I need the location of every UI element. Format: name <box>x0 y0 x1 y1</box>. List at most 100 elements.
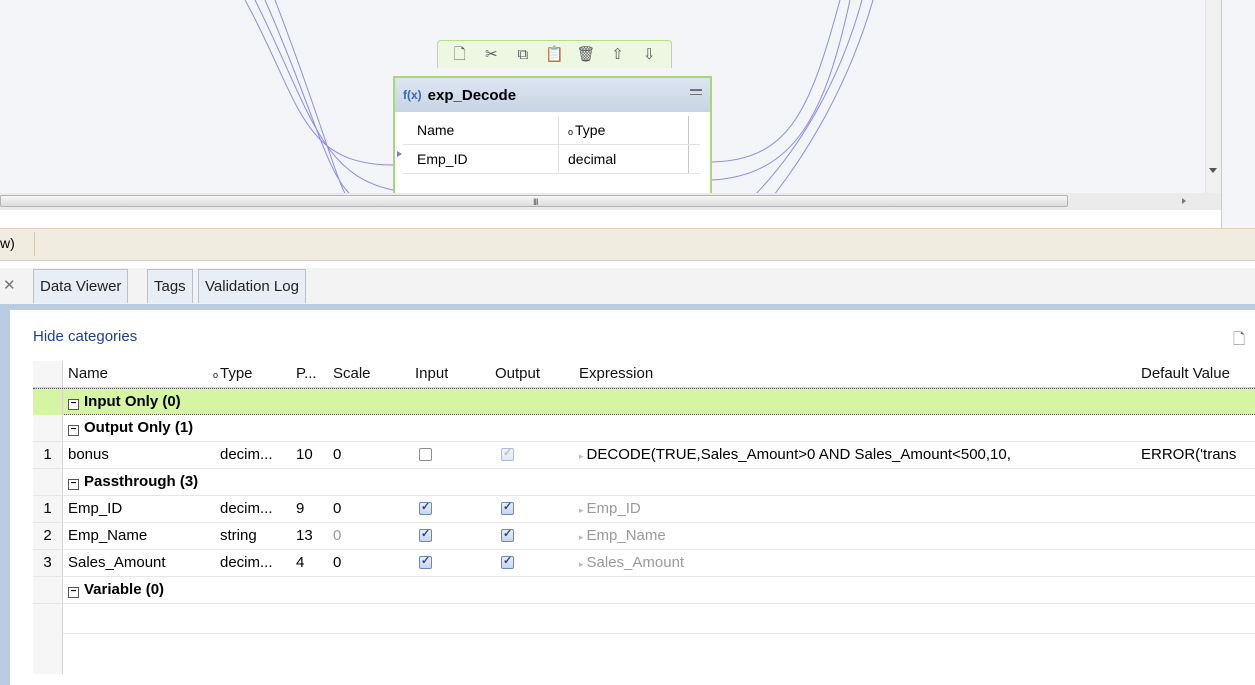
port-precision-cell[interactable]: 13 <box>296 523 313 549</box>
port-scale-cell[interactable]: 0 <box>333 496 341 522</box>
expression-cell[interactable]: ▸ DECODE(TRUE,Sales_Amount>0 AND Sales_Am… <box>579 442 1011 468</box>
category-row-output-only[interactable]: − Output Only (1) <box>33 415 1255 442</box>
port-name-cell[interactable]: Emp_ID <box>68 496 122 522</box>
category-row-variable[interactable]: − Variable (0) <box>33 577 1255 604</box>
hide-categories-link[interactable]: Hide categories <box>33 328 137 345</box>
input-checkbox[interactable] <box>419 554 432 569</box>
collapse-icon[interactable]: − <box>68 425 79 436</box>
scroll-down-icon[interactable] <box>1209 168 1217 173</box>
new-port-icon[interactable]: 🗋 <box>1233 329 1245 354</box>
expression-cell[interactable]: ▸ Emp_Name <box>579 523 666 549</box>
port-name-cell[interactable]: bonus <box>68 442 109 468</box>
category-label: Output Only (1) <box>84 419 194 436</box>
port-type-cell[interactable]: decim... <box>220 496 273 522</box>
output-checkbox[interactable] <box>501 500 514 515</box>
table-row[interactable]: 2 Emp_Name string 13 0 ▸Emp_Name <box>33 523 1255 550</box>
sort-indicator-icon: o <box>213 370 219 380</box>
canvas-vertical-scrollbar[interactable] <box>1205 0 1222 193</box>
input-port-icon[interactable] <box>397 151 402 157</box>
move-down-icon[interactable]: ⇩ <box>641 46 657 63</box>
port-name-cell[interactable]: Emp_Name <box>68 523 147 549</box>
row-number: 3 <box>33 550 63 576</box>
port-type-cell[interactable]: string <box>220 523 257 549</box>
output-checkbox[interactable] <box>501 527 514 542</box>
port-precision-cell[interactable]: 10 <box>296 442 313 468</box>
column-header-precision[interactable]: P... <box>296 361 317 387</box>
column-header-name[interactable]: Name <box>68 361 108 387</box>
scrollbar-grip: III <box>533 197 538 207</box>
new-port-icon[interactable]: 🗋 <box>452 46 468 63</box>
bottom-tab-bar: ✕ Data Viewer Tags Validation Log <box>0 268 1255 304</box>
category-row-input-only[interactable]: − Input Only (0) <box>33 388 1255 415</box>
node-name-header: Name <box>417 122 455 138</box>
output-checkbox[interactable] <box>501 446 514 461</box>
table-row[interactable]: 1 Emp_ID decim... 9 0 ▸Emp_ID <box>33 496 1255 523</box>
tab-tags[interactable]: Tags <box>147 269 193 303</box>
node-port-type: decimal <box>568 151 617 167</box>
port-type-cell[interactable]: decim... <box>220 550 273 576</box>
default-value-cell[interactable]: ERROR('trans <box>1141 442 1255 468</box>
node-title: exp_Decode <box>427 86 517 104</box>
collapse-icon[interactable]: − <box>68 587 79 598</box>
move-up-icon[interactable]: ⇧ <box>610 46 626 63</box>
port-scale-cell[interactable]: 0 <box>333 442 341 468</box>
row-number: 2 <box>33 523 63 549</box>
expression-text: DECODE(TRUE,Sales_Amount>0 AND Sales_Amo… <box>586 446 1011 463</box>
expression-text: Emp_Name <box>586 527 666 544</box>
node-header[interactable]: f(x) exp_Decode <box>395 78 710 112</box>
expression-transformation-node[interactable]: f(x) exp_Decode Name o Type Emp_ID decima… <box>393 76 712 193</box>
row-number: 1 <box>33 442 63 468</box>
port-type-cell[interactable]: decim... <box>220 442 273 468</box>
node-port-row[interactable]: Emp_ID decimal <box>397 145 700 174</box>
port-scale-cell[interactable]: 0 <box>333 550 341 576</box>
input-checkbox[interactable] <box>419 527 432 542</box>
node-port-row[interactable] <box>403 174 700 193</box>
copy-icon[interactable]: ⧉ <box>515 46 531 63</box>
function-icon: f(x) <box>403 88 422 102</box>
close-icon[interactable]: ✕ <box>3 276 16 294</box>
expression-cell[interactable]: ▸ Sales_Amount <box>579 550 684 576</box>
expression-bar-label: w) <box>0 235 15 251</box>
table-row[interactable]: 1 bonus decim... 10 0 ▸DECODE(TRUE,Sales… <box>33 442 1255 469</box>
tab-data-viewer[interactable]: Data Viewer <box>33 269 129 303</box>
node-toolbar: 🗋 ✂ ⧉ 📋 🗑 ⇧ ⇩ <box>437 40 672 68</box>
column-header-type[interactable]: Type <box>220 361 253 387</box>
panel-left-border <box>0 310 10 685</box>
port-precision-cell[interactable]: 4 <box>296 550 304 576</box>
category-label: Input Only (0) <box>84 393 181 410</box>
port-precision-cell[interactable]: 9 <box>296 496 304 522</box>
paste-icon[interactable]: 📋 <box>545 46 564 63</box>
expression-bar-field[interactable] <box>34 232 1255 256</box>
expression-text: Emp_ID <box>586 500 641 517</box>
category-row-passthrough[interactable]: − Passthrough (3) <box>33 469 1255 496</box>
column-header-output[interactable]: Output <box>495 361 540 387</box>
category-label: Passthrough (3) <box>84 473 199 490</box>
column-header-default-value[interactable]: Default Value <box>1141 361 1230 387</box>
column-header-input[interactable]: Input <box>415 361 448 387</box>
node-column-header: Name o Type <box>403 116 700 145</box>
output-checkbox[interactable] <box>501 554 514 569</box>
category-label: Variable (0) <box>84 581 165 598</box>
collapse-icon[interactable]: − <box>68 399 79 410</box>
input-checkbox[interactable] <box>419 448 432 461</box>
input-checkbox[interactable] <box>419 500 432 515</box>
port-name-cell[interactable]: Sales_Amount <box>68 550 166 576</box>
grid-header-row: Name o Type P... Scale Input Output Expr… <box>33 361 1255 388</box>
expression-cell[interactable]: ▸ Emp_ID <box>579 496 641 522</box>
canvas-horizontal-scrollbar[interactable]: III <box>0 193 1221 210</box>
column-header-expression[interactable]: Expression <box>579 361 653 387</box>
collapse-icon[interactable]: − <box>68 479 79 490</box>
port-scale-cell[interactable]: 0 <box>333 523 341 549</box>
expression-bar: w) <box>0 228 1255 261</box>
row-number: 1 <box>33 496 63 522</box>
delete-icon[interactable]: 🗑 <box>577 46 596 63</box>
minimize-icon[interactable] <box>690 89 702 95</box>
mapping-canvas[interactable]: 🗋 ✂ ⧉ 📋 🗑 ⇧ ⇩ f(x) exp_Decode Name o Type… <box>0 0 1205 193</box>
side-panel-edge <box>1221 0 1255 230</box>
scrollbar-thumb[interactable]: III <box>0 195 1068 207</box>
column-header-scale[interactable]: Scale <box>333 361 371 387</box>
scroll-right-icon[interactable] <box>1182 198 1186 204</box>
cut-icon[interactable]: ✂ <box>483 46 499 63</box>
table-row[interactable]: 3 Sales_Amount decim... 4 0 ▸Sales_Amoun… <box>33 550 1255 577</box>
tab-validation-log[interactable]: Validation Log <box>198 269 306 303</box>
